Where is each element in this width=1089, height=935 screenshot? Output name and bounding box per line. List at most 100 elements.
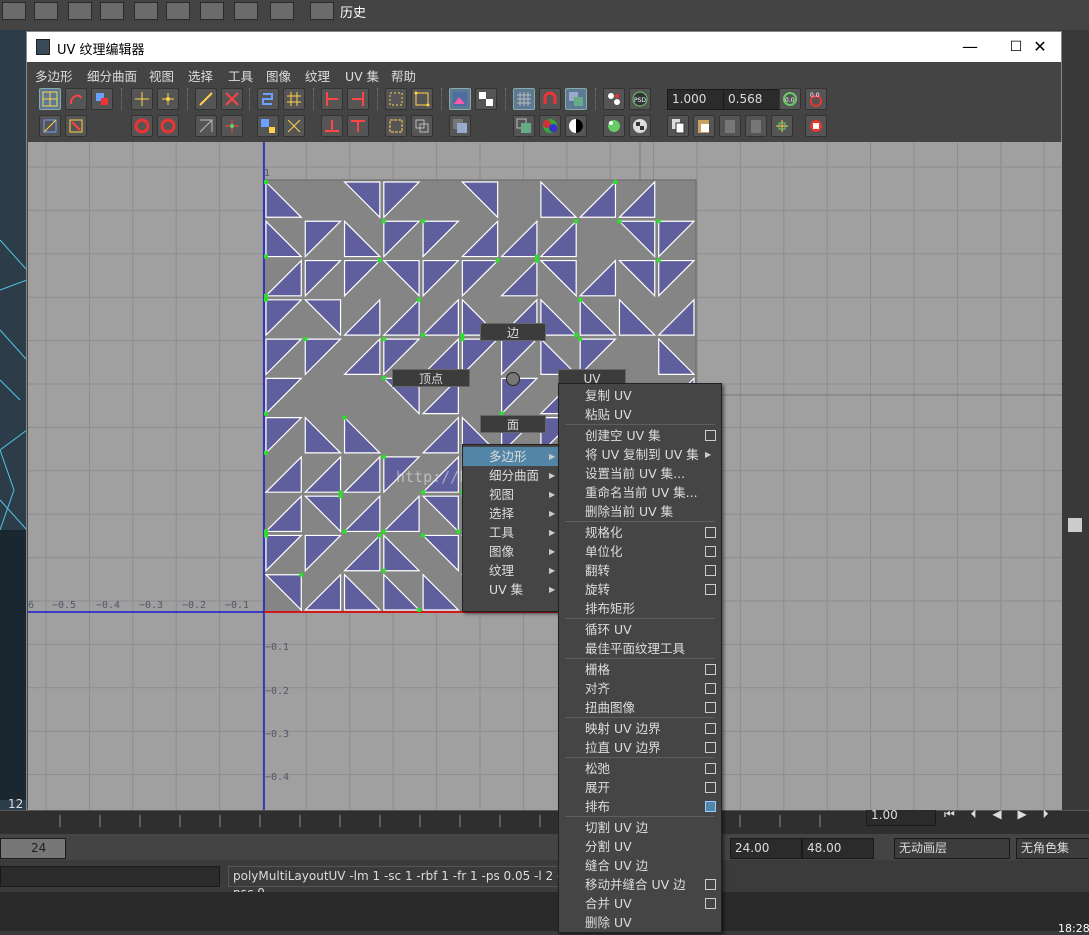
uv-select-icon[interactable] [39,88,61,110]
submenu-item[interactable]: 栅格 [559,660,719,679]
select-overlap-icon[interactable] [411,115,433,137]
reset-uv-icon[interactable]: 0.0 [805,88,827,110]
range-start-field[interactable]: 24.00 [730,838,802,859]
anim-layer-dropdown[interactable]: 无动画层 [894,838,1010,859]
checker-icon[interactable] [234,2,258,20]
alpha-channel-icon[interactable] [565,115,587,137]
menu-help[interactable]: 帮助 [391,66,416,85]
submenu-item[interactable]: 翻转 [559,561,719,580]
checker-icon[interactable] [200,2,224,20]
rgb-channel-icon[interactable] [539,115,561,137]
grid-uv-icon[interactable] [283,88,305,110]
checker-toggle-icon[interactable] [475,88,497,110]
shelf-icon[interactable] [68,2,92,20]
history-label[interactable]: 历史 [340,2,366,21]
sew-uv-icon[interactable] [221,88,243,110]
option-box-icon[interactable] [705,702,716,713]
rotate-cw-icon[interactable] [157,115,179,137]
submenu-item[interactable]: 单位化 [559,542,719,561]
select-shell-border-icon[interactable] [385,115,407,137]
submenu-item[interactable]: 删除当前 UV 集 [559,502,719,521]
uv-v-field[interactable]: 0.568 [723,89,781,110]
submenu-item[interactable]: 循环 UV [559,620,719,639]
submenu-item[interactable]: 拉直 UV 边界 [559,738,719,757]
menu-texture[interactable]: 纹理 [305,66,330,85]
option-box-icon[interactable] [705,430,716,441]
checker-dots-icon[interactable] [603,88,625,110]
shaded-uv-icon[interactable] [513,115,535,137]
ctx-item-image[interactable]: 图像 ▶ [463,542,561,561]
option-box-icon[interactable] [705,782,716,793]
menu-polygon[interactable]: 多边形 [35,66,73,85]
submenu-item[interactable]: 粘贴 UV [559,405,719,424]
option-box-icon[interactable] [705,546,716,557]
ctx-item-tools[interactable]: 工具 ▶ [463,523,561,542]
ctx-item-texture[interactable]: 纹理 ▶ [463,561,561,580]
submenu-item[interactable]: 缝合 UV 边 [559,856,719,875]
delete-uv-icon[interactable] [805,115,827,137]
submenu-item[interactable]: 规格化 [559,523,719,542]
uv-u-field[interactable]: 1.000 [667,89,725,110]
shelf-icon[interactable] [134,2,158,20]
submenu-item[interactable]: 松弛 [559,759,719,778]
ctx-item-select[interactable]: 选择 ▶ [463,504,561,523]
option-box-icon[interactable] [705,683,716,694]
paste-uv-icon[interactable] [693,115,715,137]
move-uv-icon[interactable] [131,88,153,110]
uv-viewport[interactable]: 1 6 −0.5 −0.4 −0.3 −0.2 −0.1 −0.1 −0.2 −… [28,142,1062,810]
marking-face[interactable]: 面 [480,415,546,433]
checker-sphere-icon[interactable] [629,115,651,137]
option-box-icon[interactable] [705,898,716,909]
submenu-item[interactable]: 重命名当前 UV 集... [559,483,719,502]
paste-v-icon[interactable] [745,115,767,137]
menu-image[interactable]: 图像 [266,66,291,85]
menu-tools[interactable]: 工具 [228,66,253,85]
option-box-icon[interactable] [705,565,716,576]
shelf-icon[interactable] [100,2,124,20]
time-slider[interactable]: 12 1.00 ⏮ ⏴ ◀ ▶ ⏵ [0,797,1089,835]
grid-toggle-icon[interactable] [513,88,535,110]
layout-icon[interactable] [257,88,279,110]
minimize-button[interactable]: — [947,32,993,62]
submenu-item[interactable]: 对齐 [559,679,719,698]
submenu-item[interactable]: 移动并缝合 UV 边 [559,875,719,894]
marking-edge[interactable]: 边 [480,323,546,341]
option-box-icon[interactable] [705,723,716,734]
submenu-item[interactable]: 旋转 [559,580,719,599]
checker-icon[interactable] [270,2,294,20]
rotate-ccw-icon[interactable] [131,115,153,137]
mel-input[interactable] [0,866,220,887]
submenu-item[interactable]: 排布 [559,797,719,816]
option-box-icon[interactable] [705,763,716,774]
submenu-item[interactable]: 映射 UV 边界 [559,719,719,738]
relax-icon[interactable] [283,115,305,137]
texture-tile-icon[interactable] [603,115,625,137]
option-box-icon[interactable] [705,527,716,538]
unfold-icon[interactable] [257,115,279,137]
image-dim-icon[interactable] [449,115,471,137]
align-top-icon[interactable] [347,115,369,137]
ctx-item-view[interactable]: 视图 ▶ [463,485,561,504]
menu-view[interactable]: 视图 [149,66,174,85]
submenu-item[interactable]: 最佳平面纹理工具 [559,639,719,658]
ctx-item-uvset[interactable]: UV 集 ▶ [463,580,561,599]
align-bottom-icon[interactable] [321,115,343,137]
submenu-item[interactable]: 删除 UV [559,913,719,932]
layer-icon[interactable] [1068,518,1082,532]
marking-vertex[interactable]: 顶点 [392,369,470,387]
close-button[interactable]: ✕ [1017,32,1063,62]
select-face-icon[interactable] [385,88,407,110]
submenu-item[interactable]: 将 UV 复制到 UV 集 ▶ [559,445,719,464]
psd-icon[interactable]: PSD [629,88,651,110]
flip-v-icon[interactable] [221,115,243,137]
ctx-item-polygon[interactable]: 多边形 ▶ [463,447,561,466]
range-end-field[interactable]: 48.00 [802,838,874,859]
option-box-icon[interactable] [705,584,716,595]
flip-u-icon[interactable] [195,115,217,137]
refresh-uv-icon[interactable]: 0.0 [779,88,801,110]
image-display-icon[interactable] [449,88,471,110]
uv-lattice-icon[interactable] [39,115,61,137]
option-box-icon[interactable] [705,879,716,890]
paste-u-icon[interactable] [719,115,741,137]
menu-uvset[interactable]: UV 集 [345,66,379,85]
